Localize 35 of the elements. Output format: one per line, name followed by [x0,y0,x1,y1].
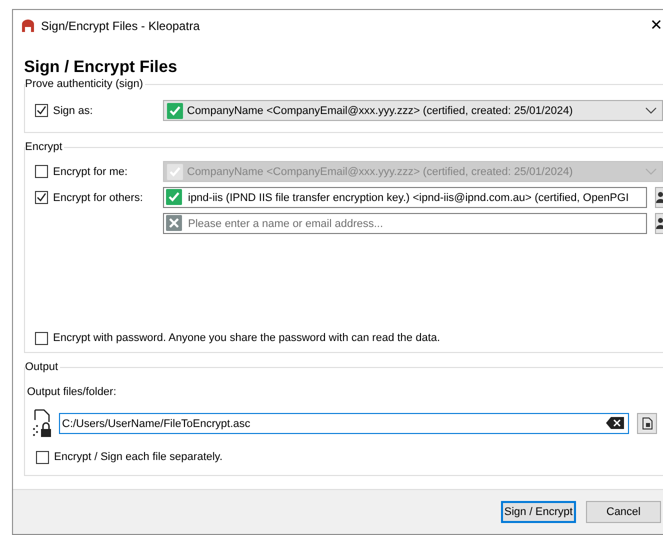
checkbox-label: Encrypt / Sign each file separately. [54,450,223,465]
close-button[interactable]: ✕ [648,18,663,33]
checkbox-label: Encrypt with password. Anyone you share the password with can read the data. [53,330,440,346]
browse-button[interactable] [637,413,657,434]
cancel-button[interactable]: Cancel [586,501,661,523]
dialog-heading: Sign / Encrypt Files [24,57,178,78]
dropdown-value: CompanyName <CompanyEmail@xxx.yyy.zzz> (certified, created: 25/01/2024) [187,104,573,118]
checkbox-label: Encrypt for me: [53,164,128,180]
path-field[interactable]: C:/Users/UserName/FileToEncrypt.asc [59,413,629,434]
file-icon [642,417,652,430]
caret-icon [644,168,658,176]
app-icon [21,18,35,32]
check-icon [36,192,47,204]
checkbox-label: Sign as: [53,104,93,118]
clear-icon [606,417,624,430]
dropdown-value: CompanyName <CompanyEmail@xxx.yyy.zzz> (certified, created: 25/01/2024) [187,164,573,180]
checkmark-icon [167,102,183,119]
check-icon [36,105,47,116]
group-title: Encrypt [25,140,64,154]
recipient-field[interactable]: Please enter a name or email address... [163,213,647,234]
sign-encrypt-button[interactable]: Sign / Encrypt [501,501,576,523]
checkbox[interactable] [35,104,48,118]
window-title: Sign/Encrypt Files - Kleopatra [41,18,200,34]
group-title: Prove authenticity (sign) [25,76,145,91]
checkbox-label: Encrypt for others: [53,190,143,206]
checkbox[interactable] [35,191,48,204]
group-title: Output [25,360,60,374]
recipient-field[interactable]: ipnd-iis (IPND IIS file transfer encryption key.) <ipnd-iis@ipnd.com.au> (certified, OpenPGI [163,187,647,208]
key-dropdown[interactable]: CompanyName <CompanyEmail@xxx.yyy.zzz> (certified, created: 25/01/2024) [163,100,663,122]
checkbox[interactable] [36,450,49,464]
checkbox[interactable] [35,332,48,344]
encrypted-file-icon [31,408,53,439]
checkmark-icon [167,164,183,180]
caret-icon [644,106,658,115]
field-label: Output files/folder: [27,385,118,400]
